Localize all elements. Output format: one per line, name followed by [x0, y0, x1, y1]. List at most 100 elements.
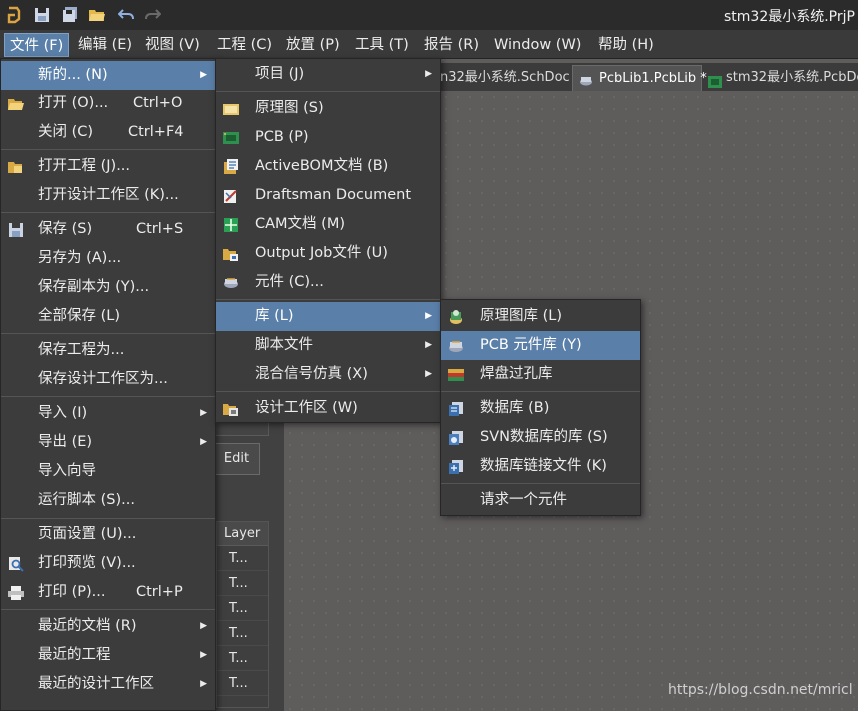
layer-cell[interactable]: T...: [217, 621, 268, 646]
new-menu-schematic[interactable]: 原理图 (S): [216, 94, 440, 123]
layer-cell[interactable]: T...: [217, 646, 268, 671]
save-icon: [8, 222, 24, 238]
menu-item-label: 打开 (O)...: [38, 95, 109, 111]
lib-menu-request-component[interactable]: 请求一个元件: [441, 486, 640, 515]
file-menu: 新的... (N) ▶ 打开 (O)... Ctrl+O 关闭 (C) Ctrl…: [0, 58, 216, 711]
menu-item-label: Output Job文件 (U): [255, 245, 388, 261]
file-menu-recent-projects[interactable]: 最近的工程 ▶: [1, 641, 215, 670]
submenu-arrow-icon: ▶: [200, 70, 207, 80]
menu-item-label: 最近的工程: [38, 647, 111, 663]
lib-menu-database[interactable]: 数据库 (B): [441, 394, 640, 423]
save-icon[interactable]: [32, 5, 52, 25]
lib-menu-dblink[interactable]: 数据库链接文件 (K): [441, 452, 640, 481]
menu-help[interactable]: 帮助 (H): [593, 33, 659, 57]
menu-item-label: 原理图库 (L): [480, 308, 563, 324]
document-tab-strip: n32最小系统.SchDoc PcbLib1.PcbLib * stm32最小系…: [430, 63, 858, 91]
layer-cell[interactable]: T...: [217, 671, 268, 696]
menu-separator: [1, 396, 215, 397]
new-menu-cam[interactable]: CAM文档 (M): [216, 210, 440, 239]
menu-item-label: 元件 (C)...: [255, 274, 324, 290]
file-menu-export[interactable]: 导出 (E) ▶: [1, 428, 215, 457]
menu-tools[interactable]: 工具 (T): [350, 33, 414, 57]
tab-pcblib[interactable]: PcbLib1.PcbLib *: [572, 65, 707, 91]
schlib-icon: [448, 309, 464, 325]
file-menu-run-script[interactable]: 运行脚本 (S)...: [1, 486, 215, 515]
app-logo-icon: [4, 5, 24, 25]
menu-edit[interactable]: 编辑 (E): [73, 33, 137, 57]
file-menu-save-workspace-as[interactable]: 保存设计工作区为...: [1, 365, 215, 394]
new-menu-library[interactable]: 库 (L) ▶: [216, 302, 440, 331]
new-menu-activebom[interactable]: ActiveBOM文档 (B): [216, 152, 440, 181]
menu-project[interactable]: 工程 (C): [212, 33, 277, 57]
file-menu-close[interactable]: 关闭 (C) Ctrl+F4: [1, 118, 215, 147]
menu-view[interactable]: 视图 (V): [140, 33, 205, 57]
file-menu-recent-workspaces[interactable]: 最近的设计工作区 ▶: [1, 670, 215, 699]
new-menu-script-file[interactable]: 脚本文件 ▶: [216, 331, 440, 360]
cam-icon: [223, 217, 239, 233]
tab-pcbdoc[interactable]: stm32最小系统.PcbDoc: [706, 65, 858, 91]
file-menu-open-project[interactable]: 打开工程 (J)...: [1, 152, 215, 181]
file-menu-save-project-as[interactable]: 保存工程为...: [1, 336, 215, 365]
menu-separator: [441, 483, 640, 484]
file-menu-save-all[interactable]: 全部保存 (L): [1, 302, 215, 331]
new-menu-pcb[interactable]: PCB (P): [216, 123, 440, 152]
undo-icon[interactable]: [116, 5, 136, 25]
tab-pcblib-label: PcbLib1.PcbLib *: [599, 71, 707, 86]
file-menu-import[interactable]: 导入 (I) ▶: [1, 399, 215, 428]
menu-item-label: Draftsman Document: [255, 187, 412, 203]
redo-icon[interactable]: [143, 5, 163, 25]
file-menu-save-as[interactable]: 另存为 (A)...: [1, 244, 215, 273]
menu-item-label: 设计工作区 (W): [255, 400, 358, 416]
file-menu-page-setup[interactable]: 页面设置 (U)...: [1, 520, 215, 549]
file-menu-print-preview[interactable]: 打印预览 (V)...: [1, 549, 215, 578]
menu-file[interactable]: 文件 (F): [4, 33, 70, 57]
file-menu-open[interactable]: 打开 (O)... Ctrl+O: [1, 89, 215, 118]
file-menu-save[interactable]: 保存 (S) Ctrl+S: [1, 215, 215, 244]
new-menu-mixed-sim[interactable]: 混合信号仿真 (X) ▶: [216, 360, 440, 389]
open-folder-icon[interactable]: [87, 5, 107, 25]
new-menu-component[interactable]: 元件 (C)...: [216, 268, 440, 297]
menu-item-label: PCB 元件库 (Y): [480, 337, 582, 353]
menu-separator: [441, 391, 640, 392]
layer-cell[interactable]: T...: [217, 596, 268, 621]
menu-item-shortcut: Ctrl+O: [133, 95, 183, 111]
print-preview-icon: [8, 556, 24, 572]
menu-item-label: CAM文档 (M): [255, 216, 345, 232]
menu-item-label: 全部保存 (L): [38, 308, 121, 324]
edit-button[interactable]: Edit: [213, 443, 260, 475]
menu-item-label: 最近的文档 (R): [38, 618, 137, 634]
tab-schdoc[interactable]: n32最小系统.SchDoc: [440, 65, 570, 91]
file-menu-recent-documents[interactable]: 最近的文档 (R) ▶: [1, 612, 215, 641]
new-menu-project[interactable]: 项目 (J) ▶: [216, 60, 440, 89]
lib-menu-schlib[interactable]: 原理图库 (L): [441, 302, 640, 331]
menu-reports[interactable]: 报告 (R): [419, 33, 484, 57]
new-menu-workspace[interactable]: 设计工作区 (W): [216, 394, 440, 423]
file-menu-open-workspace[interactable]: 打开设计工作区 (K)...: [1, 181, 215, 210]
pcblib-icon: [448, 338, 464, 354]
layer-column-header[interactable]: Layer: [217, 522, 268, 546]
draftsman-icon: [223, 188, 239, 204]
menu-item-shortcut: Ctrl+S: [136, 221, 184, 237]
window-title: stm32最小系统.PrjP: [724, 9, 855, 25]
lib-menu-pcblib[interactable]: PCB 元件库 (Y): [441, 331, 640, 360]
lib-menu-svn-dblib[interactable]: SVN数据库的库 (S): [441, 423, 640, 452]
file-menu-new[interactable]: 新的... (N) ▶: [1, 61, 215, 90]
file-menu-import-wizard[interactable]: 导入向导: [1, 457, 215, 486]
new-menu-output-job[interactable]: Output Job文件 (U): [216, 239, 440, 268]
new-menu-draftsman[interactable]: Draftsman Document: [216, 181, 440, 210]
save-all-icon[interactable]: [60, 5, 80, 25]
menu-item-label: 保存设计工作区为...: [38, 371, 168, 387]
menu-place[interactable]: 放置 (P): [281, 33, 345, 57]
layer-cell[interactable]: T...: [217, 546, 268, 571]
menu-separator: [1, 609, 215, 610]
submenu-arrow-icon: ▶: [425, 69, 432, 79]
file-menu-print[interactable]: 打印 (P)... Ctrl+P: [1, 578, 215, 607]
file-menu-save-copy-as[interactable]: 保存副本为 (Y)...: [1, 273, 215, 302]
menu-item-label: 打印预览 (V)...: [38, 555, 136, 571]
menu-item-label: 库 (L): [255, 308, 294, 324]
menu-window[interactable]: Window (W): [489, 33, 586, 57]
pcb-icon: [223, 130, 239, 146]
menu-item-label: 页面设置 (U)...: [38, 526, 137, 542]
layer-cell[interactable]: T...: [217, 571, 268, 596]
lib-menu-padvia[interactable]: 焊盘过孔库: [441, 360, 640, 389]
